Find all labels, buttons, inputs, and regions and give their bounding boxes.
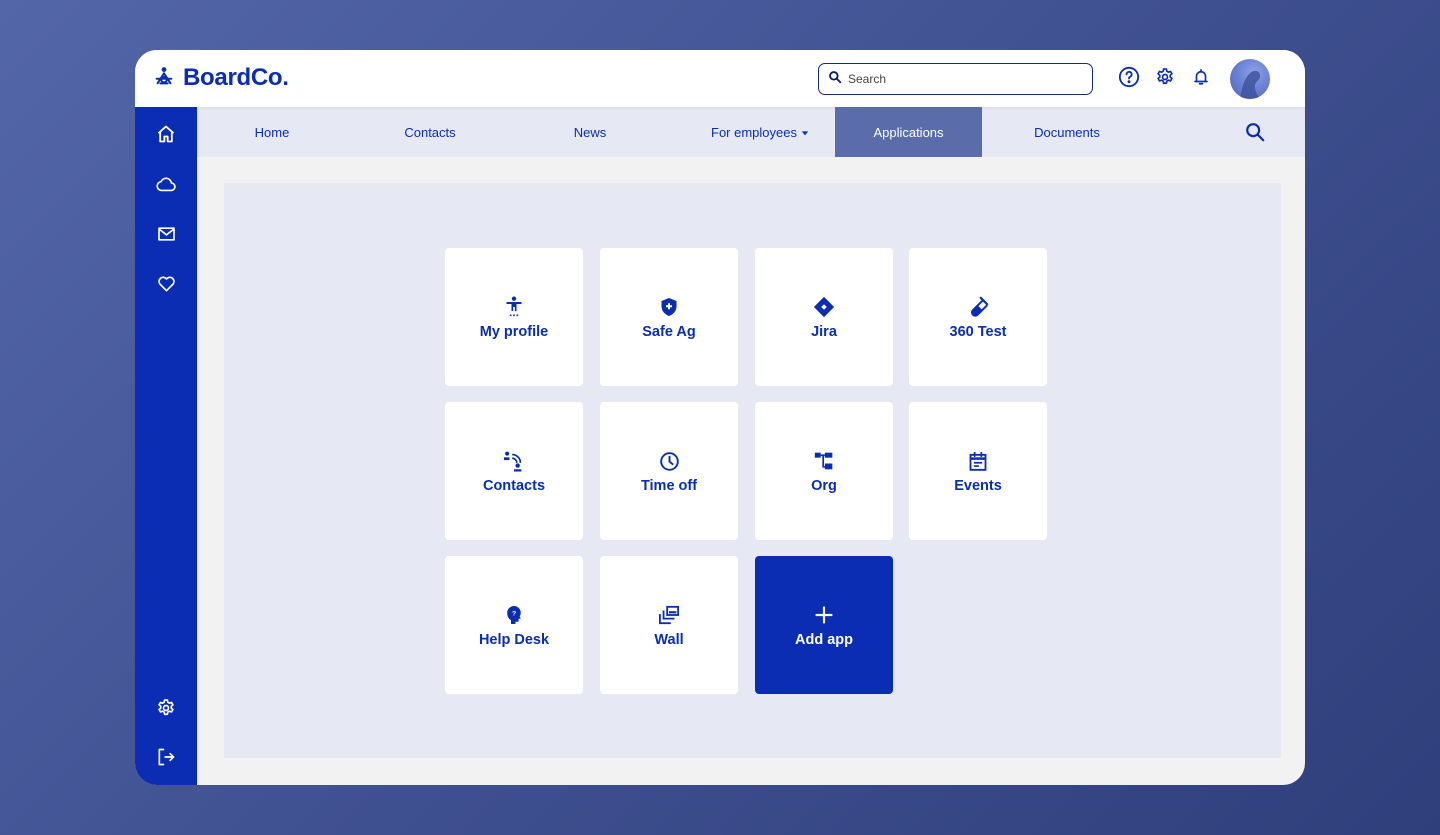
plus-icon xyxy=(813,604,835,626)
logo[interactable]: BoardCo. xyxy=(153,64,289,92)
help-button[interactable] xyxy=(1117,66,1141,93)
gallery-stack-icon xyxy=(658,604,680,626)
app-tile-org[interactable]: Org xyxy=(755,402,893,540)
tab-label: Documents xyxy=(1034,124,1100,140)
sidebar-item-mail[interactable] xyxy=(154,224,178,248)
tab-label: Home xyxy=(254,124,290,140)
main-nav: Home Contacts News For employees Applica… xyxy=(197,107,1305,157)
top-bar: BoardCo. xyxy=(135,50,1305,107)
app-tile-my-profile[interactable]: My profile xyxy=(445,248,583,386)
add-app-button[interactable]: Add app xyxy=(755,556,893,694)
tab-for-employees[interactable]: For employees xyxy=(685,107,835,157)
nav-search-button[interactable] xyxy=(1244,121,1268,145)
clock-icon xyxy=(658,450,680,472)
tab-label: Contacts xyxy=(404,124,456,140)
tab-contacts[interactable]: Contacts xyxy=(375,107,485,157)
tab-label: Applications xyxy=(873,124,944,140)
avatar-image xyxy=(1240,70,1261,99)
cloud-icon xyxy=(154,173,178,200)
app-window: BoardCo. Search Home Contacts News For e… xyxy=(135,50,1305,785)
sidebar-item-favorites[interactable] xyxy=(154,274,178,298)
tab-home[interactable]: Home xyxy=(217,107,327,157)
help-head-icon: ? xyxy=(503,604,525,626)
app-label: My profile xyxy=(479,324,549,340)
test-tube-icon xyxy=(967,296,989,318)
accessibility-person-icon xyxy=(503,296,525,318)
app-label: 360 Test xyxy=(949,324,1007,340)
app-label: Org xyxy=(811,478,837,494)
org-chart-icon xyxy=(813,450,835,472)
app-tile-safe-ag[interactable]: Safe Ag xyxy=(600,248,738,386)
app-tile-events[interactable]: Events xyxy=(909,402,1047,540)
sidebar-item-cloud[interactable] xyxy=(154,174,178,198)
app-label: Contacts xyxy=(482,478,546,494)
mail-icon xyxy=(156,224,177,249)
sidebar xyxy=(135,107,197,785)
help-icon xyxy=(1118,66,1140,93)
tab-label: News xyxy=(573,124,607,140)
notifications-button[interactable] xyxy=(1189,67,1213,91)
tab-news[interactable]: News xyxy=(535,107,645,157)
logo-icon xyxy=(153,65,175,92)
tab-label: For employees xyxy=(711,124,797,140)
app-tile-360-test[interactable]: 360 Test xyxy=(909,248,1047,386)
calendar-icon xyxy=(967,450,989,472)
app-tile-contacts[interactable]: Contacts xyxy=(445,402,583,540)
app-tile-wall[interactable]: Wall xyxy=(600,556,738,694)
svg-text:?: ? xyxy=(512,610,516,617)
search-icon xyxy=(828,70,842,89)
gear-icon xyxy=(156,698,176,723)
app-label: Help Desk xyxy=(478,632,550,648)
bell-icon xyxy=(1192,68,1210,91)
sidebar-item-logout[interactable] xyxy=(154,747,178,771)
contacts-signal-icon xyxy=(503,450,525,472)
search-box[interactable] xyxy=(818,63,1093,95)
brand-name: BoardCo. xyxy=(183,64,289,91)
heart-icon xyxy=(156,274,177,299)
settings-button[interactable] xyxy=(1153,67,1177,91)
app-label: Time off xyxy=(640,478,698,494)
search-input[interactable] xyxy=(848,72,1078,86)
search-icon xyxy=(1244,123,1266,147)
logout-icon xyxy=(156,747,176,772)
tab-documents[interactable]: Documents xyxy=(1012,107,1122,157)
app-label: Safe Ag xyxy=(642,324,696,340)
applications-panel: My profile Safe Ag Jira 360 Test Contact… xyxy=(224,183,1281,758)
app-tile-jira[interactable]: Jira xyxy=(755,248,893,386)
app-label: Jira xyxy=(811,324,837,340)
shield-plus-icon xyxy=(658,296,680,318)
app-tile-time-off[interactable]: Time off xyxy=(600,402,738,540)
diamond-icon xyxy=(813,296,835,318)
settings-icon xyxy=(1155,67,1175,92)
add-app-label: Add app xyxy=(795,632,853,648)
home-icon xyxy=(156,124,176,149)
user-avatar[interactable] xyxy=(1230,59,1270,99)
sidebar-item-home[interactable] xyxy=(154,124,178,148)
app-label: Events xyxy=(954,478,1002,494)
tab-applications[interactable]: Applications xyxy=(835,107,982,157)
chevron-down-icon xyxy=(801,125,809,140)
app-label: Wall xyxy=(654,632,684,648)
sidebar-item-settings[interactable] xyxy=(154,698,178,722)
app-tile-help-desk[interactable]: ? Help Desk xyxy=(445,556,583,694)
